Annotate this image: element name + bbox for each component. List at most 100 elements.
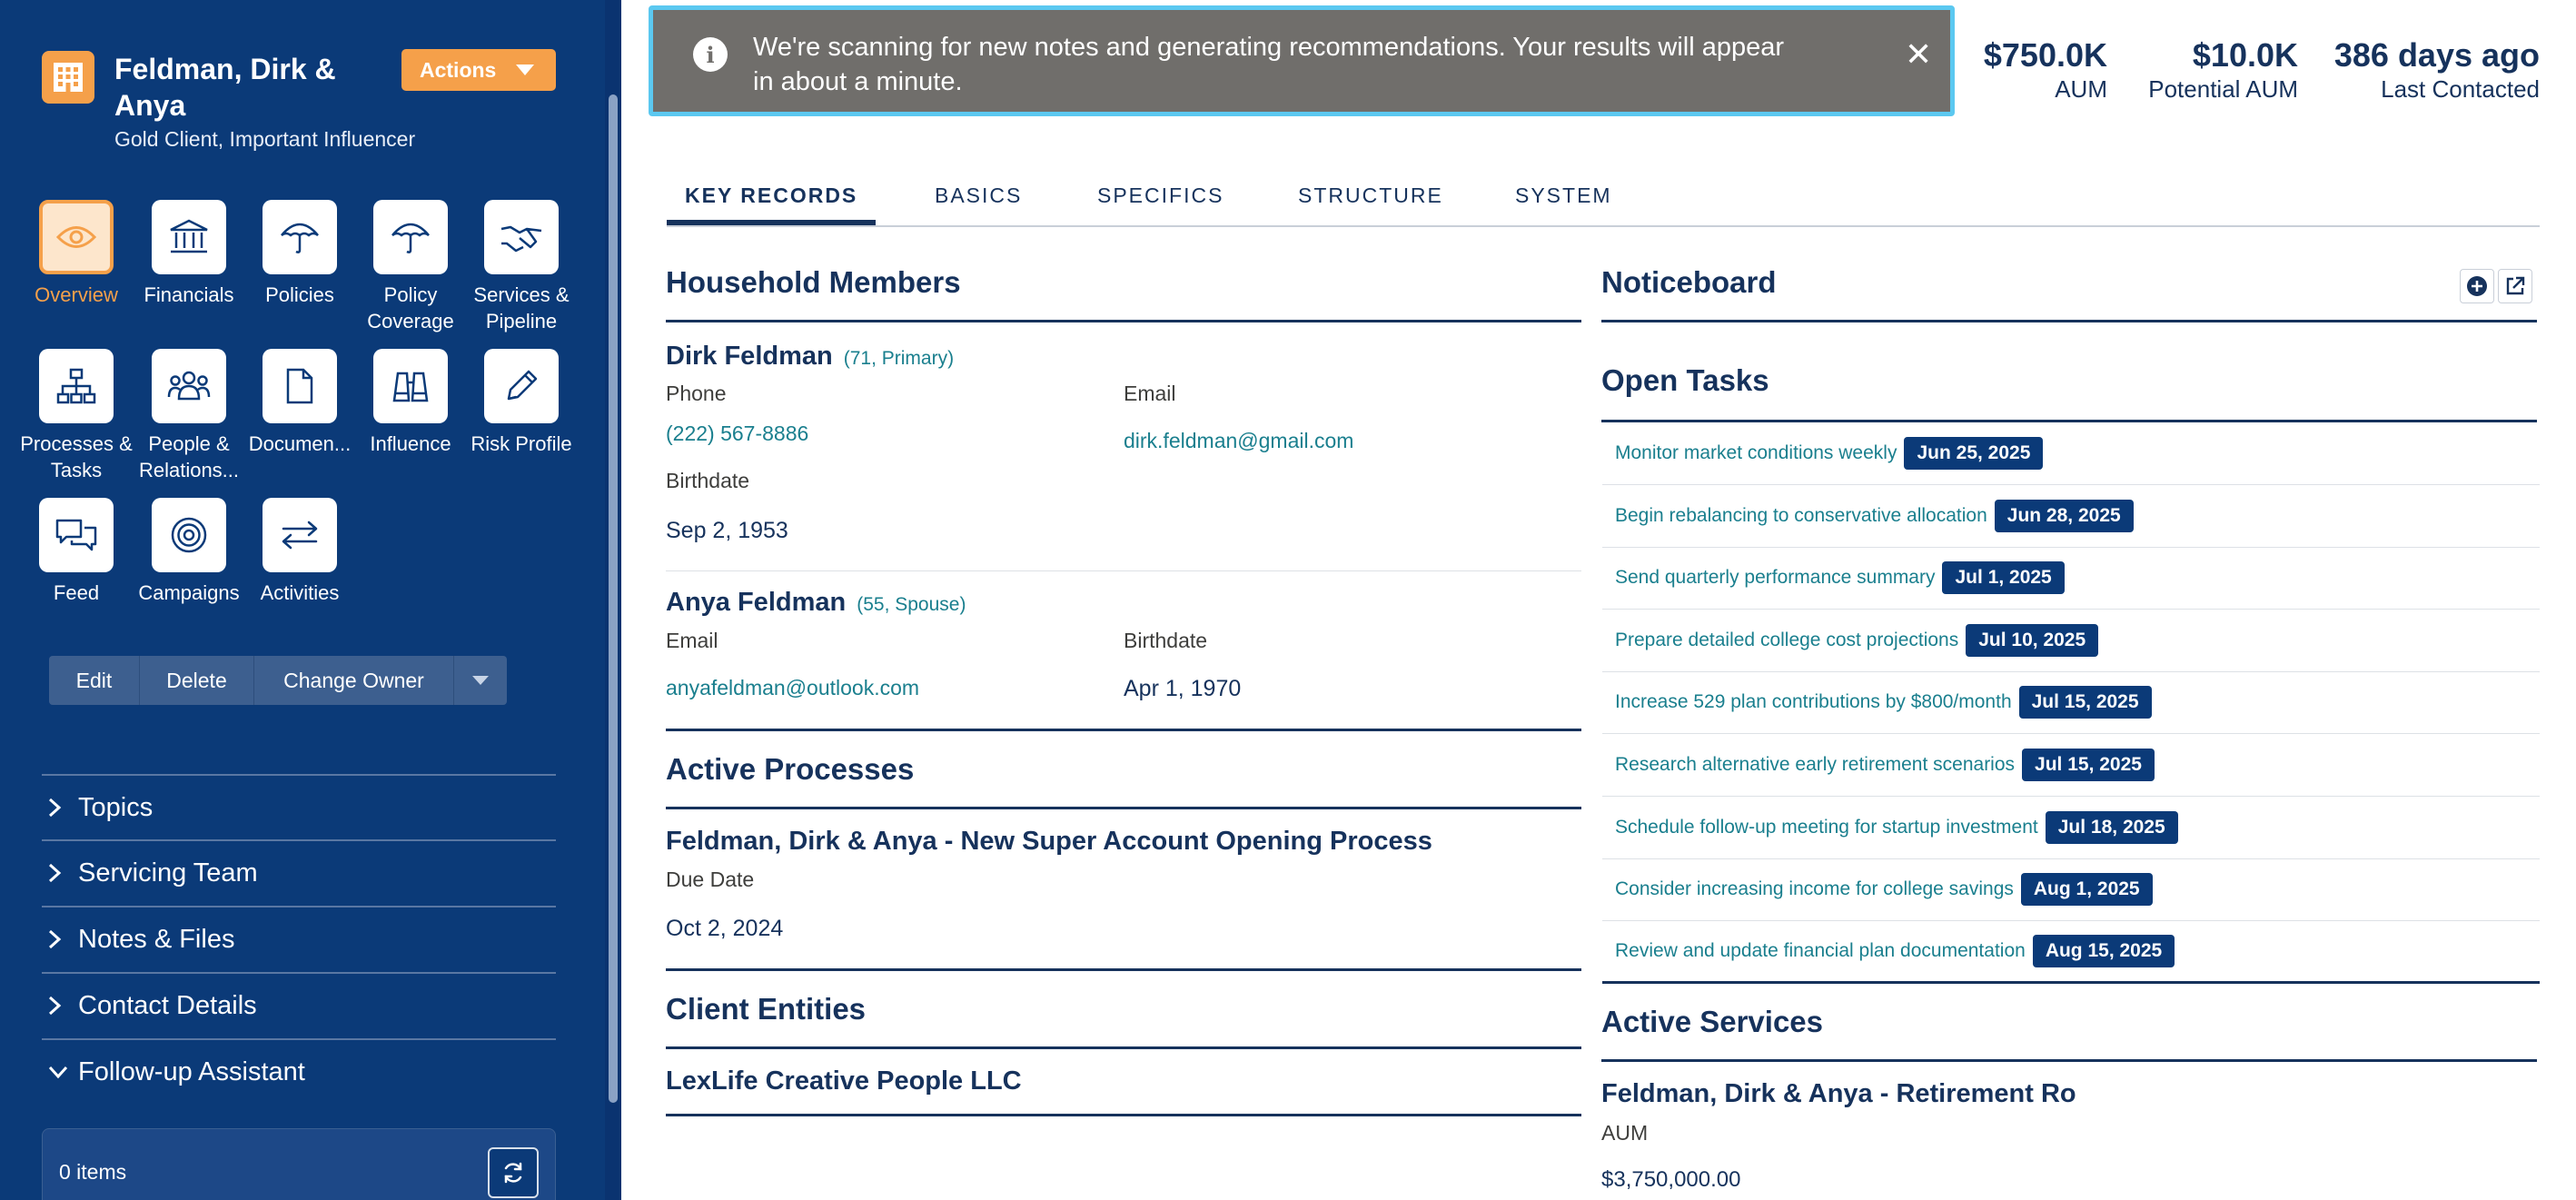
accordion-notes-files[interactable]: Notes & Files xyxy=(42,906,556,971)
phone-link[interactable]: (222) 567-8886 xyxy=(666,421,808,446)
bank-icon xyxy=(152,200,226,274)
task-row[interactable]: Research alternative early retirement sc… xyxy=(1602,734,2540,797)
metric-value: $10.0K xyxy=(2192,36,2298,74)
follow-up-panel: 0 items xyxy=(42,1128,556,1200)
external-link-icon xyxy=(2506,276,2525,295)
accordion-label: Notes & Files xyxy=(78,924,235,954)
target-icon xyxy=(152,498,226,572)
hierarchy-icon xyxy=(39,349,114,423)
entity-name[interactable]: LexLife Creative People LLC xyxy=(666,1066,1022,1096)
member-name-text[interactable]: Dirk Feldman xyxy=(666,342,833,371)
member-name[interactable]: Anya Feldman (55, Spouse) xyxy=(666,588,966,618)
email-label: Email xyxy=(1124,382,1176,405)
task-date-badge: Jun 25, 2025 xyxy=(1904,437,2044,470)
open-external-button[interactable] xyxy=(2498,269,2532,303)
nav-tile-label: Services & Pipeline xyxy=(473,283,570,332)
tab-specifics[interactable]: SPECIFICS xyxy=(1097,183,1224,208)
task-row[interactable]: Send quarterly performance summary Jul 1… xyxy=(1602,547,2540,610)
task-text[interactable]: Monitor market conditions weekly xyxy=(1602,442,1897,464)
nav-tile-risk-profile[interactable]: Risk Profile xyxy=(465,349,578,457)
service-name[interactable]: Feldman, Dirk & Anya - Retirement Ro xyxy=(1601,1079,2076,1109)
nav-tile-policies[interactable]: Policies xyxy=(243,200,356,308)
accordion-contact-details[interactable]: Contact Details xyxy=(42,972,556,1037)
email-link[interactable]: dirk.feldman@gmail.com xyxy=(1124,429,1353,453)
task-text[interactable]: Research alternative early retirement sc… xyxy=(1602,754,2015,776)
divider xyxy=(1601,320,2537,322)
due-date-label: Due Date xyxy=(666,868,755,891)
client-subtitle: Gold Client, Important Influencer xyxy=(114,127,416,151)
nav-tile-overview[interactable]: Overview xyxy=(20,200,133,308)
task-row[interactable]: Schedule follow-up meeting for startup i… xyxy=(1602,797,2540,859)
tab-structure[interactable]: STRUCTURE xyxy=(1298,183,1443,208)
member-name-text[interactable]: Anya Feldman xyxy=(666,588,846,617)
email-link[interactable]: anyafeldman@outlook.com xyxy=(666,676,919,700)
tab-system[interactable]: SYSTEM xyxy=(1515,183,1612,208)
task-row[interactable]: Increase 529 plan contributions by $800/… xyxy=(1602,671,2540,734)
handshake-icon xyxy=(484,200,559,274)
accordion-servicing-team[interactable]: Servicing Team xyxy=(42,839,556,905)
nav-tile-documents[interactable]: Documen... xyxy=(243,349,356,457)
processes-title: Active Processes xyxy=(666,752,915,786)
nav-tile-services-pipeline[interactable]: Services & Pipeline xyxy=(465,200,578,334)
open-tasks-title: Open Tasks xyxy=(1601,363,1769,397)
nav-tile-label: Overview xyxy=(35,283,118,306)
refresh-button[interactable] xyxy=(488,1147,539,1198)
task-text[interactable]: Increase 529 plan contributions by $800/… xyxy=(1602,691,2012,713)
process-name[interactable]: Feldman, Dirk & Anya - New Super Account… xyxy=(666,827,1432,857)
member-name[interactable]: Dirk Feldman (71, Primary) xyxy=(666,342,954,372)
record-actions: Edit Delete Change Owner xyxy=(49,656,507,705)
nav-tile-activities[interactable]: Activities xyxy=(243,498,356,606)
add-note-button[interactable] xyxy=(2460,269,2494,303)
task-row[interactable]: Begin rebalancing to conservative alloca… xyxy=(1602,485,2540,548)
task-row[interactable]: Review and update financial plan documen… xyxy=(1602,921,2540,984)
birthdate-label: Birthdate xyxy=(1124,629,1208,652)
nav-tile-processes-tasks[interactable]: Processes & Tasks xyxy=(20,349,133,483)
accordion-follow-up-assistant[interactable]: Follow-up Assistant xyxy=(42,1038,556,1104)
delete-button[interactable]: Delete xyxy=(140,656,254,705)
umbrella-icon xyxy=(263,200,337,274)
caret-down-icon xyxy=(516,64,535,75)
actions-button[interactable]: Actions xyxy=(401,49,556,91)
tab-basics[interactable]: BASICS xyxy=(935,183,1022,208)
task-row[interactable]: Prepare detailed college cost projection… xyxy=(1602,610,2540,672)
metric-potential-aum: $10.0K Potential AUM xyxy=(2135,36,2298,104)
task-text[interactable]: Consider increasing income for college s… xyxy=(1602,878,2014,900)
task-date-badge: Aug 1, 2025 xyxy=(2020,873,2153,906)
edit-button[interactable]: Edit xyxy=(49,656,140,705)
services-title: Active Services xyxy=(1601,1005,1824,1038)
due-date-value: Oct 2, 2024 xyxy=(666,916,784,941)
tab-key-records[interactable]: KEY RECORDS xyxy=(685,183,857,208)
task-text[interactable]: Review and update financial plan documen… xyxy=(1602,940,2026,962)
task-text[interactable]: Send quarterly performance summary xyxy=(1602,567,1935,589)
task-row[interactable]: Consider increasing income for college s… xyxy=(1602,858,2540,921)
caret-down-icon xyxy=(472,676,489,685)
actions-label: Actions xyxy=(420,57,497,82)
task-date-badge: Jul 10, 2025 xyxy=(1966,624,2099,657)
nav-tile-feed[interactable]: Feed xyxy=(20,498,133,606)
nav-tile-people-relations[interactable]: People & Relations... xyxy=(133,349,245,483)
nav-tile-policy-coverage[interactable]: Policy Coverage xyxy=(354,200,467,334)
change-owner-button[interactable]: Change Owner xyxy=(254,656,454,705)
nav-tile-influence[interactable]: Influence xyxy=(354,349,467,457)
task-text[interactable]: Prepare detailed college cost projection… xyxy=(1602,630,1958,651)
sidebar: Feldman, Dirk & Anya Gold Client, Import… xyxy=(0,0,621,1200)
task-row[interactable]: Monitor market conditions weekly Jun 25,… xyxy=(1602,422,2540,485)
task-text[interactable]: Schedule follow-up meeting for startup i… xyxy=(1602,817,2038,838)
nav-tile-campaigns[interactable]: Campaigns xyxy=(133,498,245,606)
task-text[interactable]: Begin rebalancing to conservative alloca… xyxy=(1602,505,1987,527)
service-aum-value: $3,750,000.00 xyxy=(1601,1167,1741,1192)
sidebar-scrollbar[interactable] xyxy=(605,0,621,1200)
nav-tile-label: Financials xyxy=(144,283,234,306)
eye-icon xyxy=(39,200,114,274)
task-date-badge: Jul 18, 2025 xyxy=(2045,811,2178,844)
household-title: Household Members xyxy=(666,265,961,299)
more-actions-button[interactable] xyxy=(454,656,507,705)
pencil-icon xyxy=(484,349,559,423)
close-icon[interactable]: ✕ xyxy=(1905,35,1932,74)
scrollbar-thumb[interactable] xyxy=(609,94,618,1103)
divider xyxy=(666,320,1581,322)
accordion-topics[interactable]: Topics xyxy=(42,774,556,839)
accordion-label: Contact Details xyxy=(78,990,257,1020)
binoculars-icon xyxy=(373,349,448,423)
nav-tile-financials[interactable]: Financials xyxy=(133,200,245,308)
